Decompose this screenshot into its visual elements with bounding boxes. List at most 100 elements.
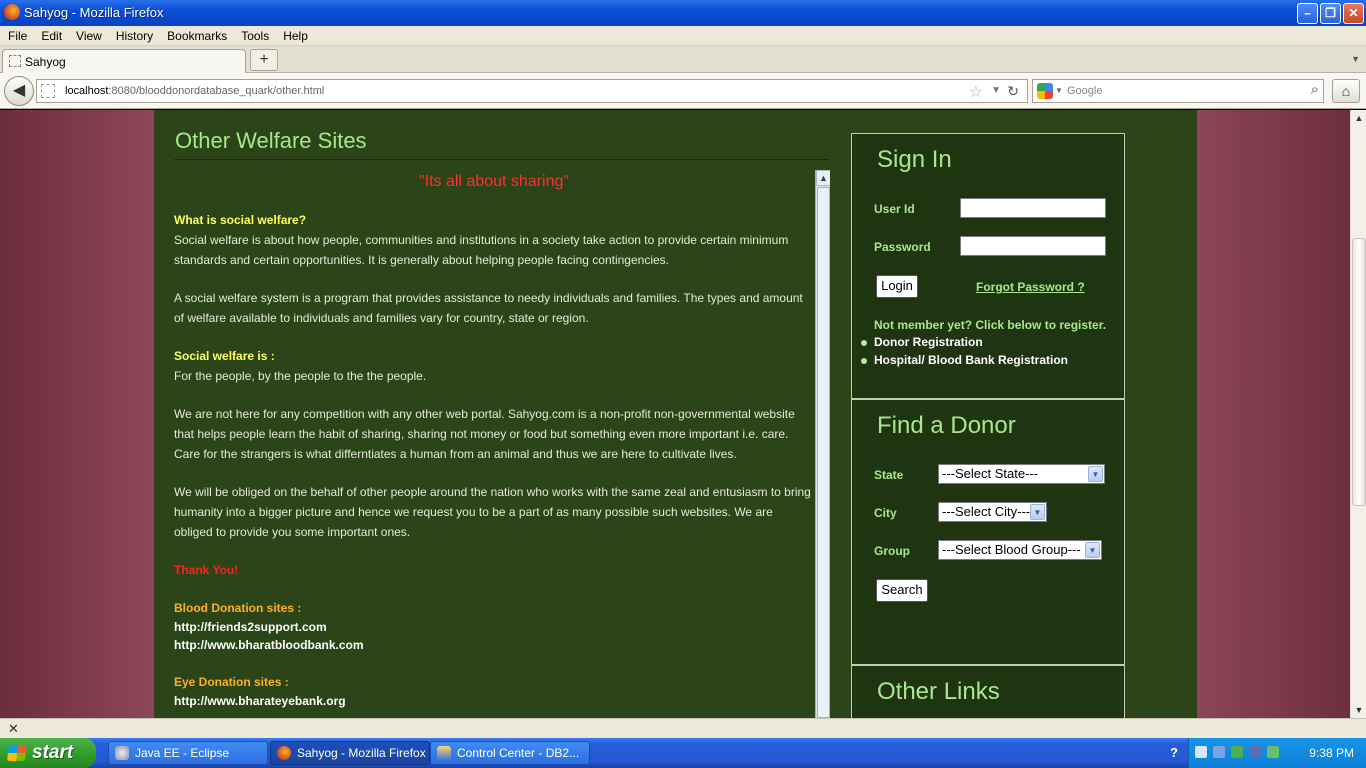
maximize-button[interactable]: ❐ <box>1320 3 1341 24</box>
question-heading: Social welfare is : <box>174 349 275 363</box>
task-db2-control-center[interactable]: Control Center - DB2... <box>430 741 590 765</box>
search-icon[interactable]: ⌕ <box>1311 81 1319 98</box>
minimize-button[interactable]: – <box>1297 3 1318 24</box>
scroll-up-icon[interactable]: ▲ <box>816 170 830 186</box>
close-button[interactable]: ✕ <box>1343 3 1364 24</box>
search-bar[interactable]: ▼ Google ⌕ <box>1032 79 1324 103</box>
paragraph: For the people, by the people to the the… <box>174 369 427 383</box>
sign-in-title: Sign In <box>877 146 952 173</box>
city-select[interactable]: ---Select City--- ▼ <box>938 502 1047 522</box>
group-label: Group <box>874 544 910 558</box>
find-donor-box: Find a Donor State ---Select State--- ▼ C… <box>851 399 1125 665</box>
navigation-bar: ◀ localhost:8080/blooddonordatabase_quar… <box>0 73 1366 109</box>
network-icon[interactable] <box>1213 746 1225 758</box>
menu-bar: File Edit View History Bookmarks Tools Help <box>0 26 1366 46</box>
menu-edit[interactable]: Edit <box>33 26 68 43</box>
site-link[interactable]: http://www.bharateyebank.org <box>174 692 814 710</box>
tray-expand-icon[interactable] <box>1195 746 1207 758</box>
site-link[interactable]: http://friends2support.com <box>174 618 814 636</box>
task-eclipse[interactable]: Java EE - Eclipse <box>108 741 268 765</box>
scroll-thumb[interactable] <box>1352 238 1366 506</box>
page-viewport: Other Welfare Sites "Its all about shari… <box>0 110 1350 718</box>
blood-sites-heading: Blood Donation sites : <box>174 601 302 615</box>
password-input[interactable] <box>960 236 1106 256</box>
bullet-icon <box>861 358 867 364</box>
content-panel: Other Welfare Sites "Its all about shari… <box>154 110 1197 718</box>
scroll-thumb[interactable] <box>817 187 830 718</box>
page-icon <box>9 55 21 67</box>
tab-list-icon[interactable]: ▼ <box>1351 54 1360 64</box>
user-id-input[interactable] <box>960 198 1106 218</box>
blood-group-select[interactable]: ---Select Blood Group--- ▼ <box>938 540 1102 560</box>
menu-tools[interactable]: Tools <box>233 26 275 43</box>
help-icon[interactable]: ? <box>1170 745 1178 760</box>
start-label: start <box>32 742 74 763</box>
state-select[interactable]: ---Select State--- ▼ <box>938 464 1105 484</box>
chevron-down-icon[interactable]: ▼ <box>1030 504 1045 520</box>
task-label: Sahyog - Mozilla Firefox <box>297 746 426 760</box>
scroll-up-icon[interactable]: ▲ <box>1351 110 1366 126</box>
url-host: localhost <box>65 85 109 97</box>
title-bar: Sahyog - Mozilla Firefox – ❐ ✕ <box>0 0 1366 26</box>
system-tray: 9:38 PM <box>1188 738 1366 768</box>
question-heading: What is social welfare? <box>174 213 307 227</box>
page-scrollbar[interactable]: ▲ ▼ <box>1350 110 1366 718</box>
paragraph: We are not here for any competition with… <box>174 407 795 461</box>
article-body: "Its all about sharing" What is social w… <box>174 170 814 718</box>
menu-help[interactable]: Help <box>275 26 314 43</box>
blood-group-select-value: ---Select Blood Group--- <box>942 542 1081 557</box>
chevron-down-icon[interactable]: ▼ <box>1085 542 1100 558</box>
search-placeholder[interactable]: Google <box>1067 85 1102 97</box>
bookmark-star-icon[interactable]: ☆ <box>969 82 983 102</box>
site-identity-icon[interactable] <box>41 84 55 98</box>
eclipse-icon <box>115 746 129 760</box>
start-button[interactable]: start <box>0 738 96 768</box>
engine-dropdown-icon[interactable]: ▼ <box>1055 86 1063 95</box>
search-button[interactable]: Search <box>876 579 928 602</box>
forgot-password-link[interactable]: Forgot Password ? <box>976 280 1085 294</box>
firefox-logo-icon <box>4 4 20 20</box>
tab-sahyog[interactable]: Sahyog <box>2 49 246 73</box>
other-links-title: Other Links <box>877 678 1000 705</box>
scroll-down-icon[interactable]: ▼ <box>1351 702 1366 718</box>
city-select-value: ---Select City--- <box>942 504 1031 519</box>
tray-app-icon[interactable] <box>1267 746 1279 758</box>
tab-strip: Sahyog + ▼ <box>0 46 1366 73</box>
google-engine-icon[interactable] <box>1037 83 1053 99</box>
hospital-registration-link[interactable]: Hospital/ Blood Bank Registration <box>874 353 1068 367</box>
windows-logo-icon <box>6 745 28 761</box>
firefox-window: Sahyog - Mozilla Firefox – ❐ ✕ File Edit V… <box>0 0 1366 768</box>
url-path: :8080/blooddonordatabase_quark/other.htm… <box>108 85 325 97</box>
paragraph: Social welfare is about how people, comm… <box>174 233 789 267</box>
url-history-dropdown-icon[interactable]: ▼ <box>991 85 1001 96</box>
menu-view[interactable]: View <box>68 26 108 43</box>
task-label: Control Center - DB2... <box>457 746 580 760</box>
back-button[interactable]: ◀ <box>4 76 34 106</box>
sign-in-box: Sign In User Id Password Login Forgot Pa… <box>851 133 1125 399</box>
db2-icon <box>437 746 451 760</box>
donor-registration-link[interactable]: Donor Registration <box>874 335 983 349</box>
url-bar[interactable]: localhost:8080/blooddonordatabase_quark/… <box>36 79 1028 103</box>
article-frame: "Its all about sharing" What is social w… <box>174 170 830 718</box>
thank-you-text: Thank You! <box>174 563 239 577</box>
menu-history[interactable]: History <box>108 26 159 43</box>
menu-file[interactable]: File <box>0 26 33 43</box>
home-button[interactable]: ⌂ <box>1332 79 1360 103</box>
login-button[interactable]: Login <box>876 275 918 298</box>
tab-label: Sahyog <box>25 55 66 69</box>
find-donor-title: Find a Donor <box>877 412 1016 439</box>
eye-sites-heading: Eye Donation sites : <box>174 675 289 689</box>
task-firefox[interactable]: Sahyog - Mozilla Firefox <box>270 741 430 765</box>
chevron-down-icon[interactable]: ▼ <box>1088 466 1103 482</box>
close-addon-bar-icon[interactable]: ✕ <box>8 721 19 737</box>
tray-app-icon[interactable] <box>1249 746 1261 758</box>
new-tab-button[interactable]: + <box>250 49 278 71</box>
reload-icon[interactable]: ↻ <box>1007 83 1019 100</box>
paragraph: We will be obliged on the behalf of othe… <box>174 485 811 539</box>
menu-bookmarks[interactable]: Bookmarks <box>159 26 233 43</box>
url-text: localhost:8080/blooddonordatabase_quark/… <box>65 85 324 97</box>
site-link[interactable]: http://www.bharatbloodbank.com <box>174 636 814 654</box>
article-scrollbar[interactable]: ▲ <box>815 170 830 718</box>
security-icon[interactable] <box>1231 746 1243 758</box>
firefox-icon <box>277 746 291 760</box>
